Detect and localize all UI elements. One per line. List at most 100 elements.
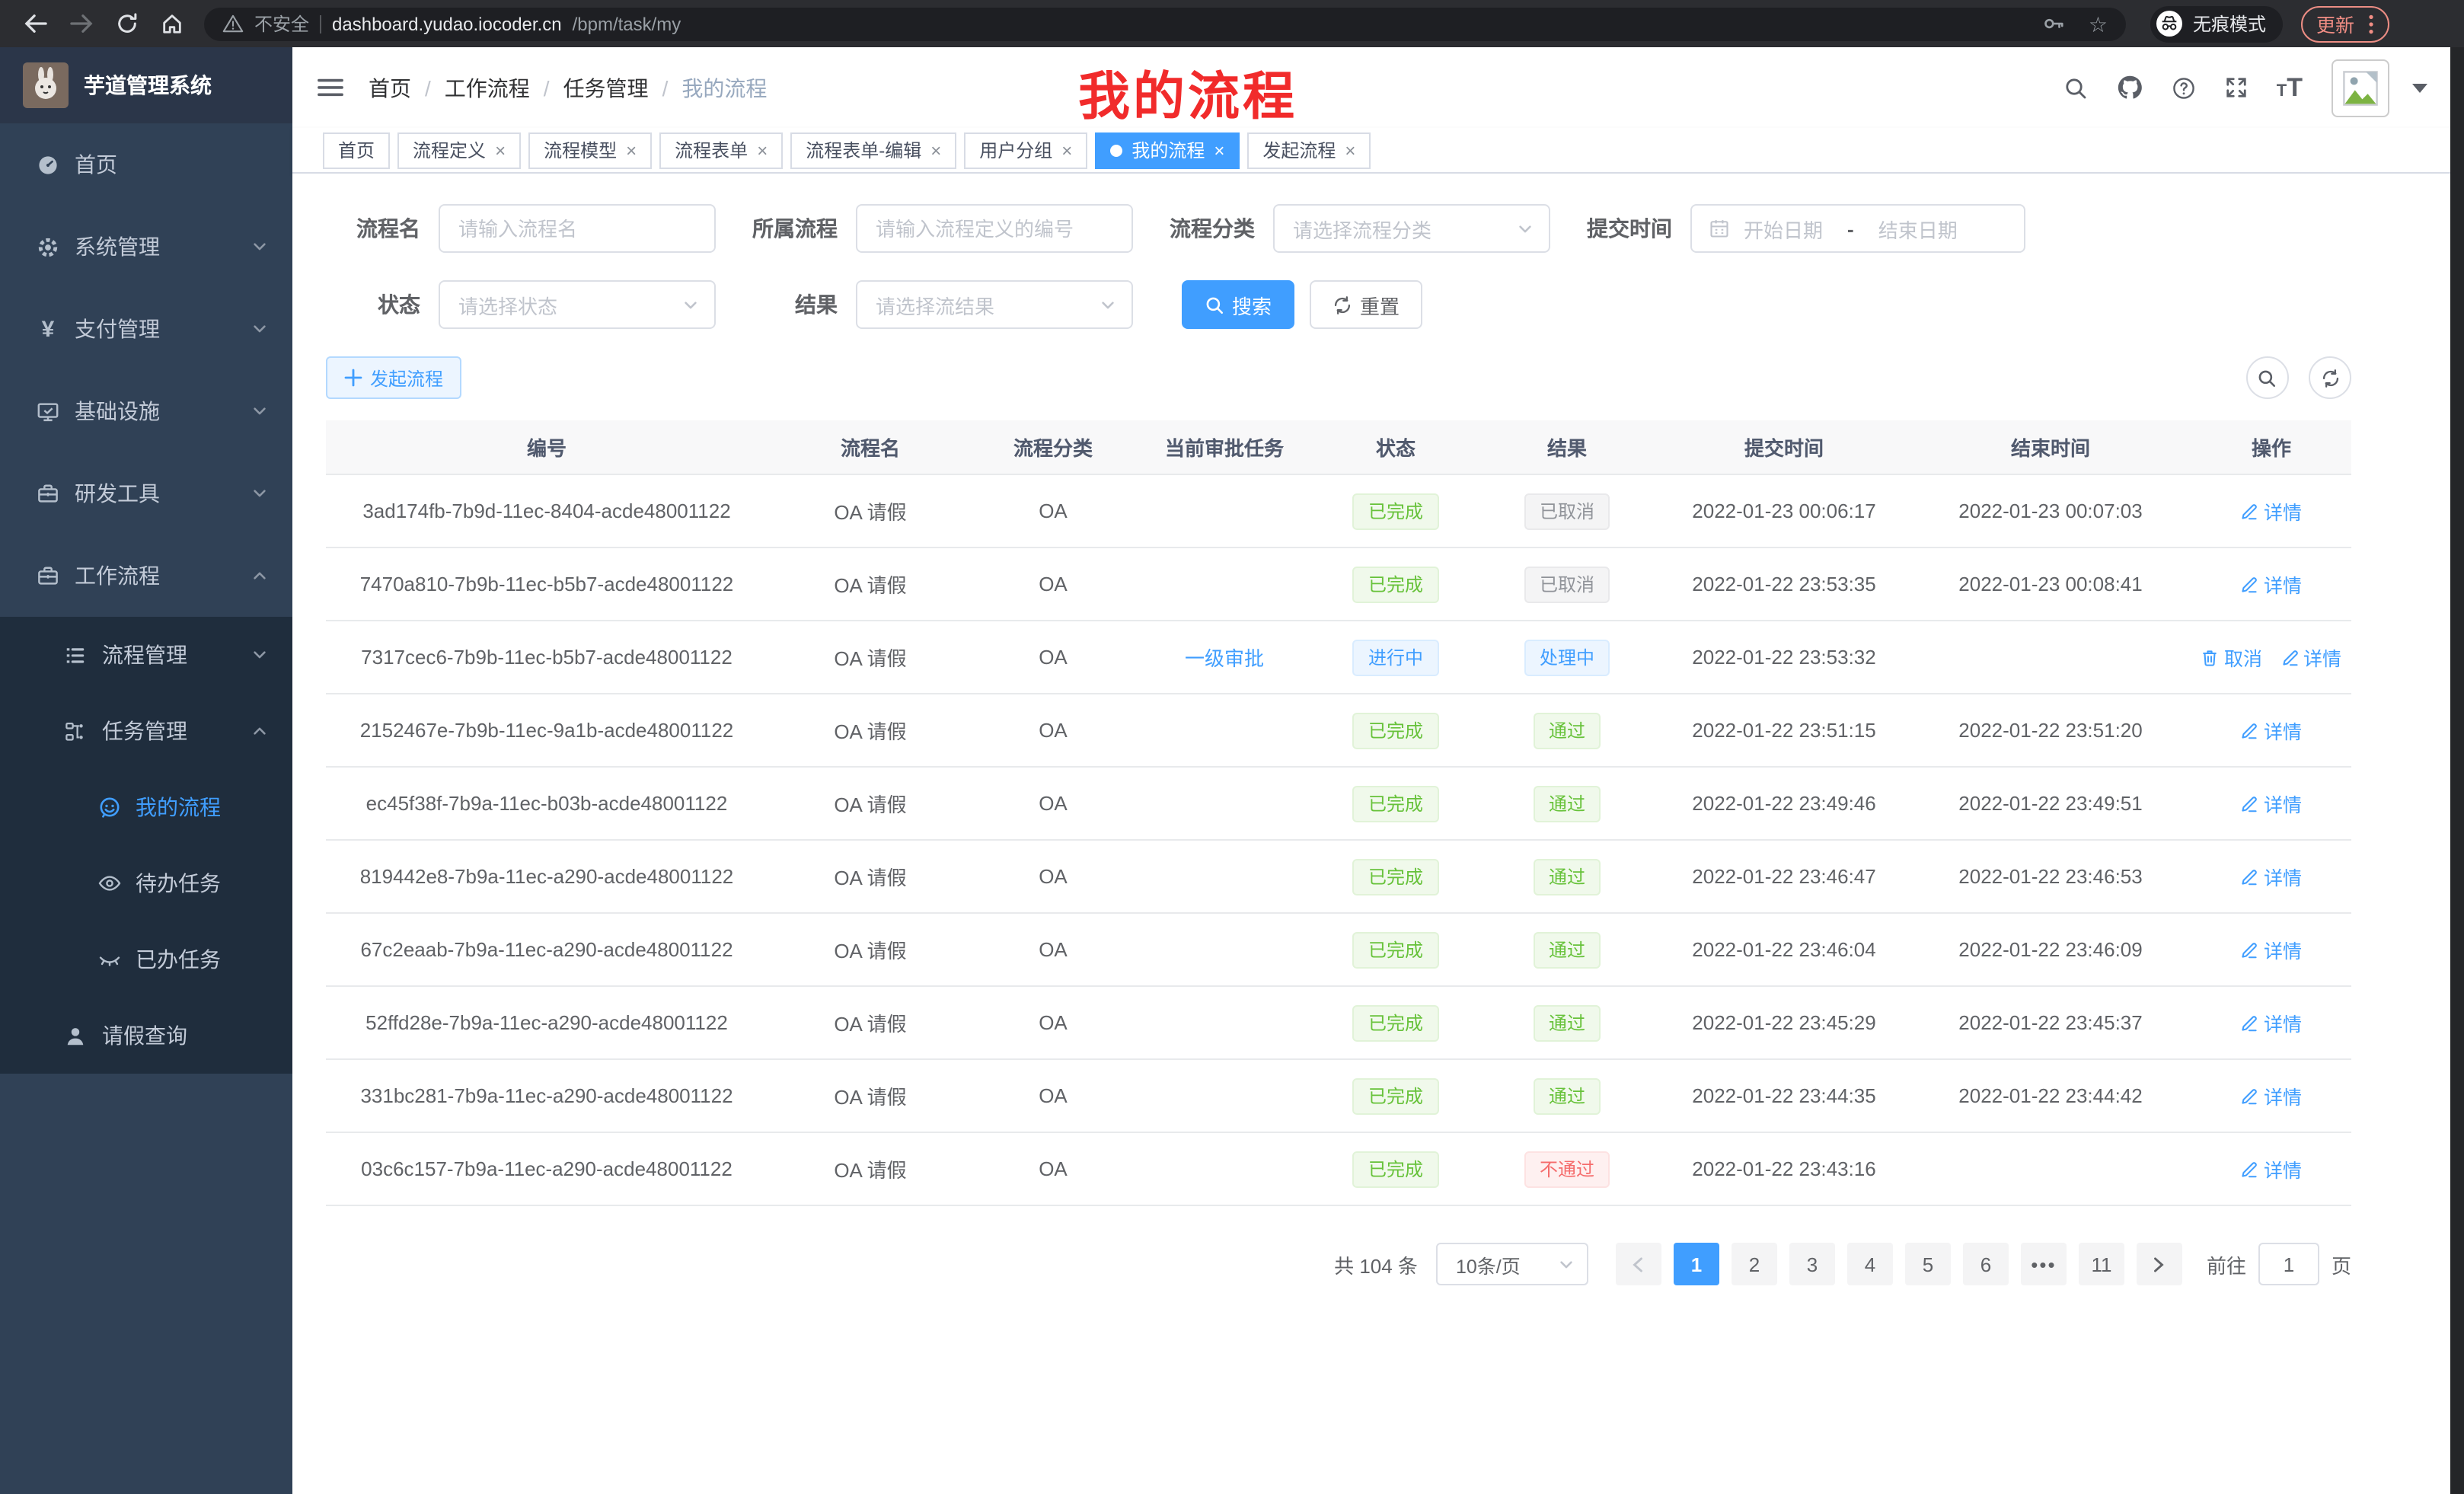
detail-link[interactable]: 详情: [2241, 1008, 2302, 1037]
fullscreen-button[interactable]: [2225, 76, 2248, 99]
toggle-search-button[interactable]: [2245, 356, 2288, 399]
refresh-table-button[interactable]: [2309, 356, 2351, 399]
sidebar-item-my-process[interactable]: 我的流程: [0, 769, 292, 845]
tab-process-model[interactable]: 流程模型×: [528, 132, 652, 168]
sidebar-item-task-management[interactable]: 任务管理: [0, 693, 292, 769]
tab-my-process[interactable]: 我的流程×: [1095, 132, 1240, 168]
calendar-icon: [1709, 218, 1730, 239]
avatar-caret-icon[interactable]: [2412, 83, 2427, 92]
category-label: 流程分类: [1157, 213, 1255, 244]
page-1-button[interactable]: 1: [1674, 1243, 1719, 1285]
submit-time-range[interactable]: 开始日期 - 结束日期: [1690, 204, 2025, 253]
table-row: 2152467e-7b9b-11ec-9a1b-acde48001122OA 请…: [326, 694, 2351, 768]
browser-menu-icon[interactable]: [2368, 13, 2374, 34]
breadcrumb-item[interactable]: 工作流程: [445, 72, 530, 103]
tab-user-group[interactable]: 用户分组×: [964, 132, 1087, 168]
font-size-button[interactable]: TT: [2277, 75, 2303, 101]
sidebar-item-workflow[interactable]: 工作流程: [0, 535, 292, 617]
search-button[interactable]: 搜索: [1182, 280, 1294, 329]
goto-page-input[interactable]: [2258, 1243, 2319, 1285]
browser-back-button[interactable]: [12, 12, 58, 35]
detail-link[interactable]: 详情: [2241, 1154, 2302, 1183]
sidebar-item-infrastructure[interactable]: 基础设施: [0, 370, 292, 452]
url-path: /bpm/task/my: [573, 13, 681, 34]
page-6-button[interactable]: 6: [1963, 1243, 2009, 1285]
github-button[interactable]: [2117, 75, 2143, 101]
breadcrumb-item[interactable]: 任务管理: [563, 72, 649, 103]
process-definition-input[interactable]: [856, 204, 1133, 253]
page-size-select[interactable]: 10条/页: [1436, 1243, 1588, 1285]
detail-link[interactable]: 详情: [2241, 935, 2302, 964]
cancel-link[interactable]: 取消: [2201, 643, 2262, 672]
header-search-button[interactable]: [2063, 75, 2088, 100]
detail-link[interactable]: 详情: [2241, 1081, 2302, 1110]
address-bar[interactable]: 不安全 dashboard.yudao.iocoder.cn/bpm/task/…: [204, 7, 2126, 40]
initiate-process-button[interactable]: 发起流程: [326, 356, 461, 399]
tab-close-icon[interactable]: ×: [1061, 141, 1072, 159]
tab-close-icon[interactable]: ×: [757, 141, 768, 159]
browser-window: 不安全 dashboard.yudao.iocoder.cn/bpm/task/…: [0, 0, 2464, 1494]
tab-process-form-edit[interactable]: 流程表单-编辑×: [790, 132, 956, 168]
chevron-up-icon: [251, 567, 268, 584]
sidebar-item-process-management[interactable]: 流程管理: [0, 617, 292, 693]
breadcrumb-item[interactable]: 首页: [369, 72, 411, 103]
avatar[interactable]: [2332, 59, 2389, 117]
help-button[interactable]: [2172, 75, 2196, 100]
tab-process-definition[interactable]: 流程定义×: [397, 132, 521, 168]
detail-link[interactable]: 详情: [2241, 716, 2302, 745]
tab-close-icon[interactable]: ×: [495, 141, 506, 159]
tab-close-icon[interactable]: ×: [1345, 141, 1355, 159]
result-select[interactable]: 请选择流结果: [856, 280, 1133, 329]
process-name-input[interactable]: [439, 204, 716, 253]
bookmark-star-icon[interactable]: ☆: [2089, 13, 2108, 34]
tab-close-icon[interactable]: ×: [930, 141, 941, 159]
password-key-icon[interactable]: [2043, 12, 2066, 35]
tab-close-icon[interactable]: ×: [1214, 141, 1224, 159]
category-select[interactable]: 请选择流程分类: [1273, 204, 1550, 253]
detail-link[interactable]: 详情: [2241, 570, 2302, 599]
page-more-button[interactable]: •••: [2021, 1243, 2067, 1285]
sidebar-item-done-tasks[interactable]: 已办任务: [0, 921, 292, 998]
status-tag: 已完成: [1353, 931, 1438, 968]
detail-link[interactable]: 详情: [2241, 862, 2302, 891]
tab-close-icon[interactable]: ×: [626, 141, 637, 159]
page-5-button[interactable]: 5: [1905, 1243, 1951, 1285]
prev-page-button[interactable]: [1616, 1243, 1661, 1285]
browser-update-button[interactable]: 更新: [2301, 5, 2389, 42]
current-task-link[interactable]: 一级审批: [1185, 647, 1264, 670]
tab-process-form[interactable]: 流程表单×: [659, 132, 783, 168]
detail-link[interactable]: 详情: [2241, 789, 2302, 818]
next-page-button[interactable]: [2137, 1243, 2182, 1285]
table-row: 67c2eaab-7b9a-11ec-a290-acde48001122OA 请…: [326, 914, 2351, 987]
fullscreen-icon: [2225, 76, 2248, 99]
app-logo-row[interactable]: 芋道管理系统: [0, 47, 292, 123]
browser-reload-button[interactable]: [104, 12, 149, 35]
cell-id: 819442e8-7b9a-11ec-a290-acde48001122: [326, 865, 768, 888]
sidebar-item-home[interactable]: 首页: [0, 123, 292, 206]
cell-id: 03c6c157-7b9a-11ec-a290-acde48001122: [326, 1157, 768, 1180]
page-11-button[interactable]: 11: [2079, 1243, 2124, 1285]
cell-actions: 详情: [2191, 1081, 2351, 1110]
browser-forward-button[interactable]: [58, 12, 104, 35]
status-select[interactable]: 请选择状态: [439, 280, 716, 329]
cell-result: 通过: [1476, 931, 1658, 968]
sidebar-collapse-button[interactable]: [317, 76, 344, 99]
sidebar-item-system-management[interactable]: 系统管理: [0, 206, 292, 288]
detail-link[interactable]: 详情: [2280, 643, 2341, 672]
browser-home-button[interactable]: [149, 12, 195, 35]
sidebar-item-dev-tools[interactable]: 研发工具: [0, 452, 292, 535]
sidebar-item-payment-management[interactable]: ¥支付管理: [0, 288, 292, 370]
page-3-button[interactable]: 3: [1789, 1243, 1835, 1285]
column-header: 操作: [2191, 433, 2351, 461]
sidebar-menu: 首页系统管理¥支付管理基础设施研发工具工作流程流程管理任务管理我的流程待办任务已…: [0, 123, 292, 1074]
detail-link[interactable]: 详情: [2241, 496, 2302, 525]
reset-button[interactable]: 重置: [1310, 280, 1422, 329]
sidebar-item-leave-query[interactable]: 请假查询: [0, 998, 292, 1074]
cell-process-name: OA 请假: [768, 1008, 973, 1037]
tab-initiate-process[interactable]: 发起流程×: [1247, 132, 1371, 168]
page-2-button[interactable]: 2: [1732, 1243, 1777, 1285]
tab-home[interactable]: 首页: [323, 132, 390, 168]
page-4-button[interactable]: 4: [1847, 1243, 1893, 1285]
sidebar-item-todo-tasks[interactable]: 待办任务: [0, 845, 292, 921]
browser-scrollbar[interactable]: [2450, 47, 2464, 1494]
